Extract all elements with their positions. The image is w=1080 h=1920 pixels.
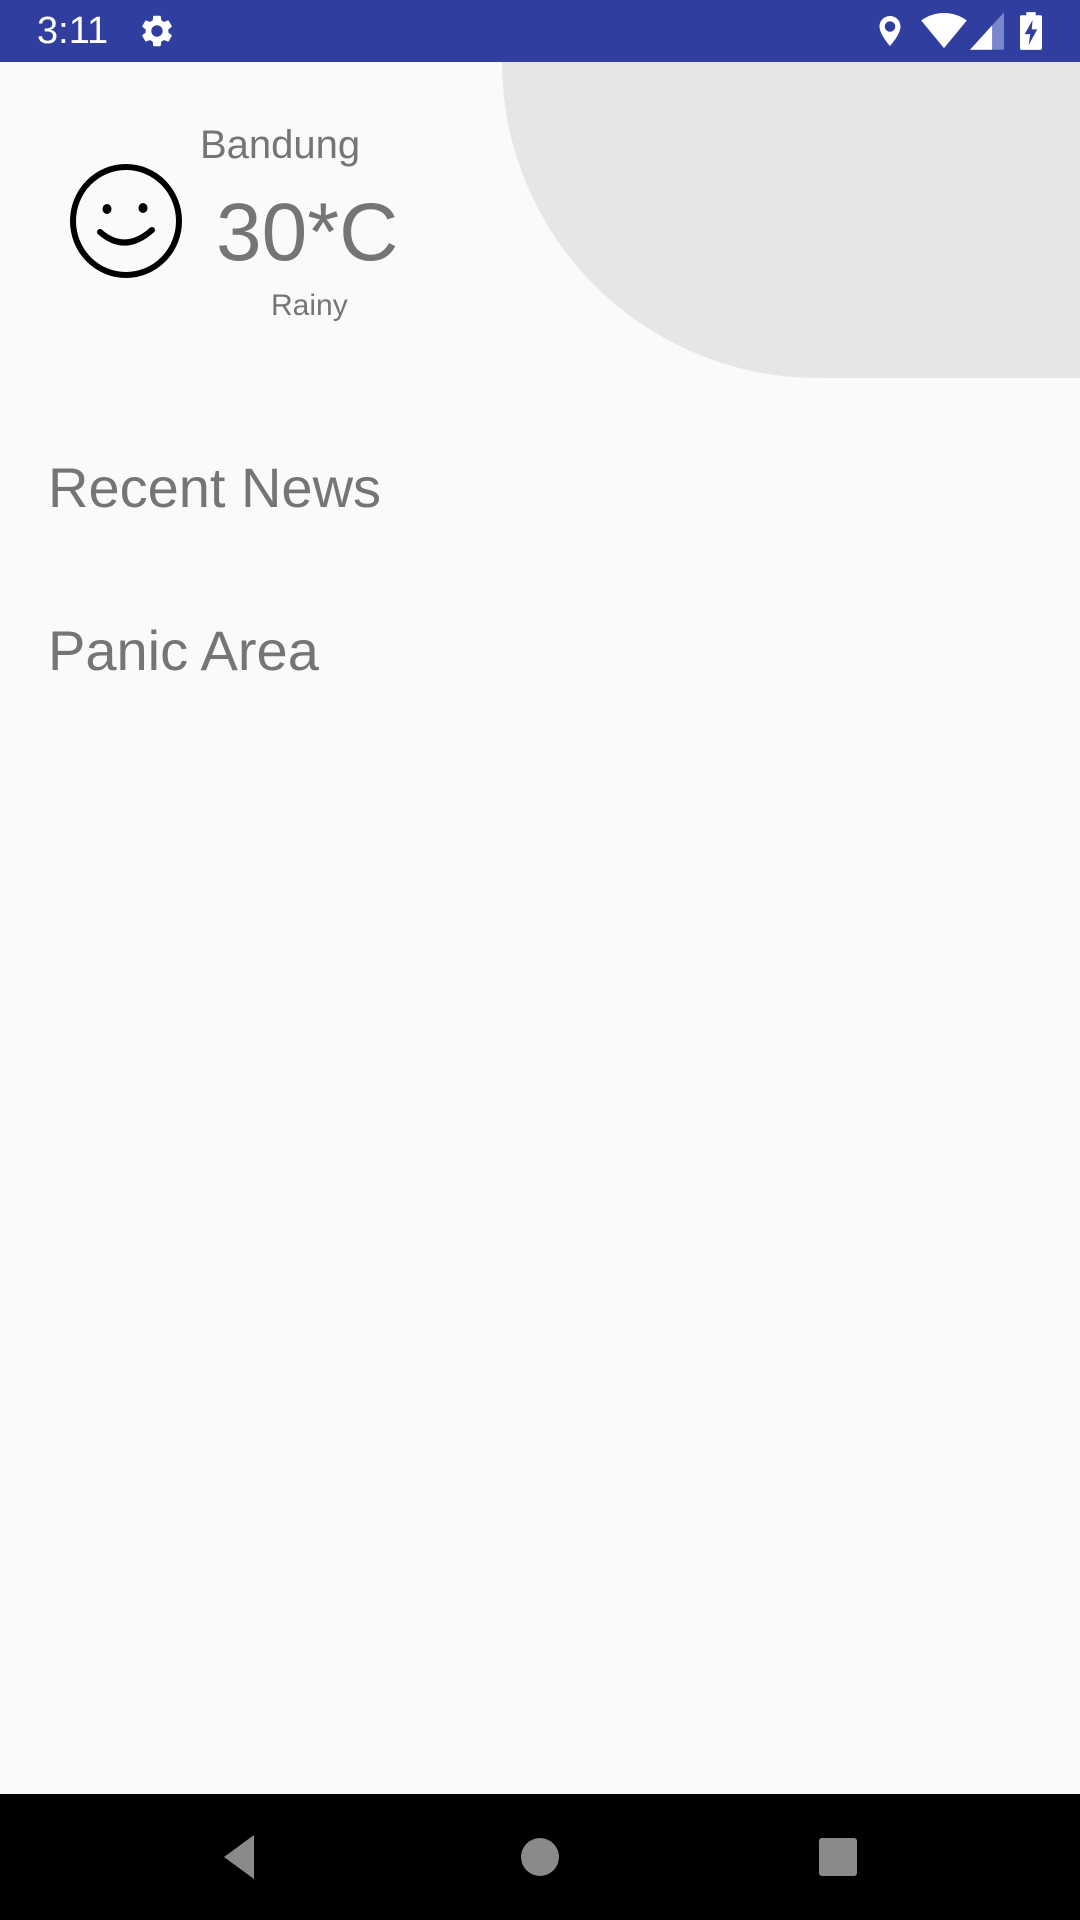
battery-charging-icon — [1020, 12, 1042, 52]
header-decoration — [502, 62, 1080, 378]
recents-icon[interactable] — [808, 1827, 868, 1887]
status-bar: 3:11 — [0, 0, 1080, 62]
home-icon[interactable] — [510, 1827, 570, 1887]
weather-temperature: 30*C — [216, 187, 399, 278]
recent-news-link[interactable]: Recent News — [48, 456, 381, 520]
navigation-bar — [0, 1794, 1080, 1920]
back-icon[interactable] — [210, 1827, 270, 1887]
panic-area-link[interactable]: Panic Area — [48, 619, 319, 683]
app-screen: 3:11 Bandung 30*C Rainy Recent News Pani… — [0, 0, 1080, 1920]
weather-city: Bandung — [200, 123, 361, 167]
location-icon — [872, 12, 908, 52]
signal-icon — [970, 12, 1004, 52]
smiley-face-icon — [67, 162, 185, 280]
settings-icon — [138, 12, 176, 52]
weather-condition: Rainy — [271, 289, 348, 322]
wifi-icon — [920, 12, 968, 52]
status-time: 3:11 — [37, 10, 109, 52]
